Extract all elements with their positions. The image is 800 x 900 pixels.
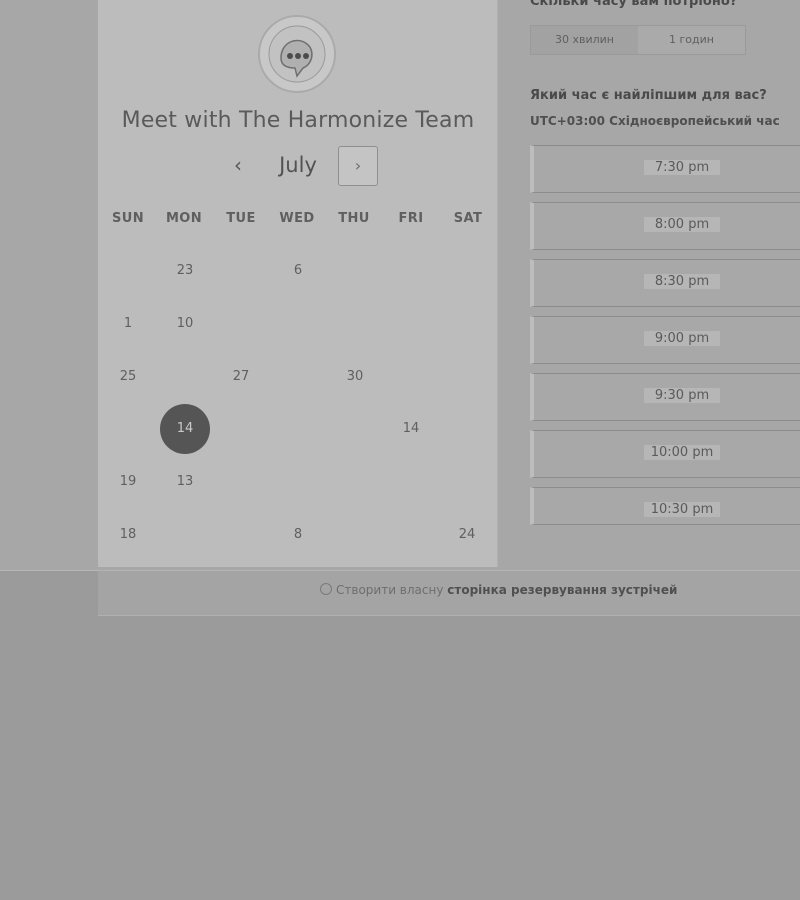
calendar-day-selected[interactable]: 14 [160, 404, 210, 454]
team-avatar [258, 15, 336, 93]
weekday-tue: TUE [226, 211, 256, 226]
team-logo-icon [268, 25, 326, 83]
current-month-label: July [279, 153, 317, 177]
time-slot-label: 9:30 pm [644, 388, 720, 403]
time-slot[interactable]: 10:30 pm [530, 487, 800, 525]
weekday-header: SUN MON TUE WED THU FRI SAT [98, 211, 498, 231]
duration-option-1hour[interactable]: 1 годин [638, 26, 745, 54]
calendar-day[interactable]: 23 [160, 246, 210, 296]
weekday-sun: SUN [112, 211, 144, 226]
duration-option-30min[interactable]: 30 хвилин [531, 26, 638, 54]
time-question: Який час є найліпшим для вас? [530, 88, 767, 103]
weekday-sat: SAT [453, 211, 483, 226]
chevron-left-icon: ‹ [234, 153, 242, 177]
calendar-day[interactable]: 14 [386, 404, 436, 454]
time-slot[interactable]: 10:00 pm [530, 430, 800, 478]
footer-link-bold: сторінка резервування зустрічей [447, 583, 678, 597]
scheduler-title: Meet with The Harmonize Team [121, 108, 475, 133]
time-slot-label: 8:00 pm [644, 217, 720, 232]
time-slot-label: 10:00 pm [644, 445, 720, 460]
calendar-day[interactable]: 10 [160, 299, 210, 349]
duration-question: Скільки часу вам потрібно? [530, 0, 738, 9]
booking-page: Meet with The Harmonize Team ‹ July › SU… [0, 0, 800, 900]
chevron-right-icon: › [354, 156, 362, 175]
calendar-day[interactable]: 13 [160, 457, 210, 507]
weekday-fri: FRI [398, 211, 424, 226]
weekday-wed: WED [279, 211, 315, 226]
time-slot-label: 7:30 pm [644, 160, 720, 175]
time-slot[interactable]: 9:00 pm [530, 316, 800, 364]
calendar-day[interactable]: 25 [103, 352, 153, 402]
time-slot-label: 9:00 pm [644, 331, 720, 346]
weekday-mon: MON [165, 211, 203, 226]
weekday-thu: THU [338, 211, 370, 226]
time-slot-label: 8:30 pm [644, 274, 720, 289]
calendar-day[interactable]: 27 [216, 352, 266, 402]
time-slot[interactable]: 8:00 pm [530, 202, 800, 250]
previous-month-button[interactable]: ‹ [224, 150, 252, 180]
calendar-day[interactable]: 24 [442, 510, 492, 560]
footer-link-prefix: Створити власну [336, 583, 444, 597]
duration-toggle: 30 хвилин 1 годин [530, 25, 746, 55]
time-slot[interactable]: 7:30 pm [530, 145, 800, 193]
next-month-button[interactable]: › [338, 146, 378, 186]
calendar-day[interactable]: 6 [273, 246, 323, 296]
calendar-day[interactable]: 18 [103, 510, 153, 560]
time-slot[interactable]: 9:30 pm [530, 373, 800, 421]
calendar-day[interactable]: 1 [103, 299, 153, 349]
time-slot-label: 10:30 pm [644, 502, 720, 517]
calendar-day[interactable]: 8 [273, 510, 323, 560]
timezone-selector[interactable]: UTC+03:00 Східноєвропейський час [530, 114, 780, 128]
time-slot[interactable]: 8:30 pm [530, 259, 800, 307]
calendar-icon [320, 583, 332, 595]
calendar-day[interactable]: 30 [330, 352, 380, 402]
create-booking-page-link[interactable]: Створити власну сторінка резервування зу… [320, 583, 677, 597]
calendar-day[interactable]: 19 [103, 457, 153, 507]
